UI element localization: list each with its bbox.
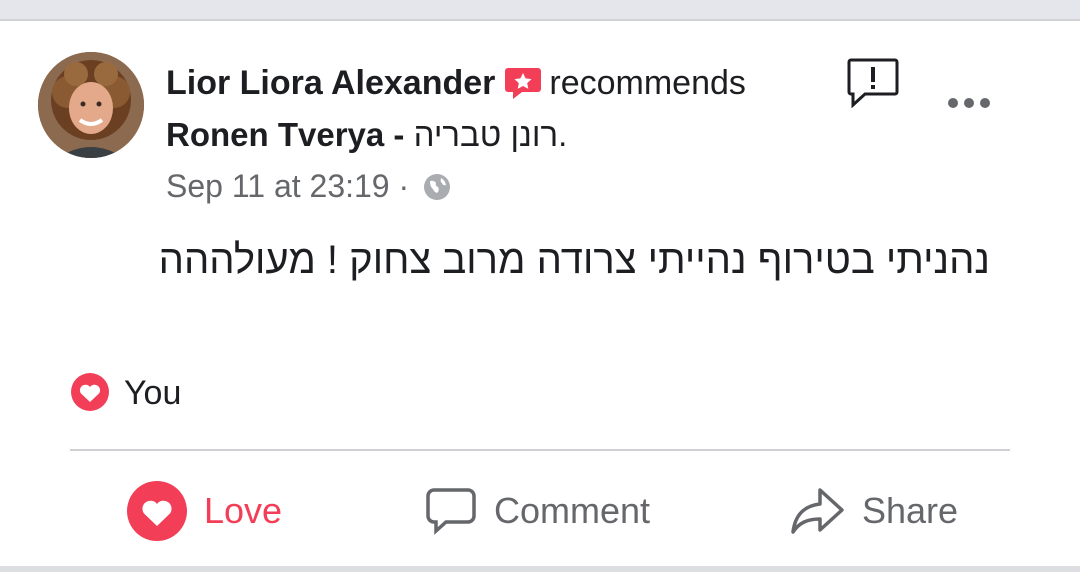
post-body: נהניתי בטירוף נהייתי צרודה מרוב צחוק ! מ… [158,238,990,282]
share-label: Share [862,490,959,531]
report-icon[interactable] [846,56,900,108]
author-name[interactable]: Lior Liora Alexander [166,64,495,102]
post-header-line: Lior Liora Alexander recommends [166,62,746,103]
love-icon [127,481,187,541]
actions-divider [70,449,1010,451]
recommends-label: recommends [549,64,746,102]
globe-icon [424,174,451,200]
share-button[interactable]: Share [790,478,958,544]
love-reaction-icon [71,373,109,411]
page-name[interactable]: Ronen Tverya - [166,116,414,153]
share-icon [791,488,844,534]
comment-button[interactable]: Comment [424,478,650,544]
more-dots-icon[interactable] [944,90,994,116]
comment-icon [426,488,476,535]
timestamp[interactable]: Sep 11 at 23:19 [166,168,390,204]
love-button[interactable]: Love [126,478,282,544]
post-meta: Sep 11 at 23:19 · [166,166,452,206]
reactions-label: You [124,374,182,412]
top-strip [0,0,1080,19]
bottom-strip [0,566,1080,572]
reactions-summary[interactable]: You [70,372,181,412]
top-divider [0,19,1080,21]
comment-label: Comment [494,490,651,531]
meta-separator: · [389,168,419,204]
avatar[interactable] [38,52,144,158]
recommend-star-icon [505,68,542,99]
recommended-page[interactable]: Ronen Tverya - רונן טבריה. [166,115,567,155]
page-name-hebrew[interactable]: רונן טבריה. [414,116,568,153]
love-label: Love [204,490,283,531]
